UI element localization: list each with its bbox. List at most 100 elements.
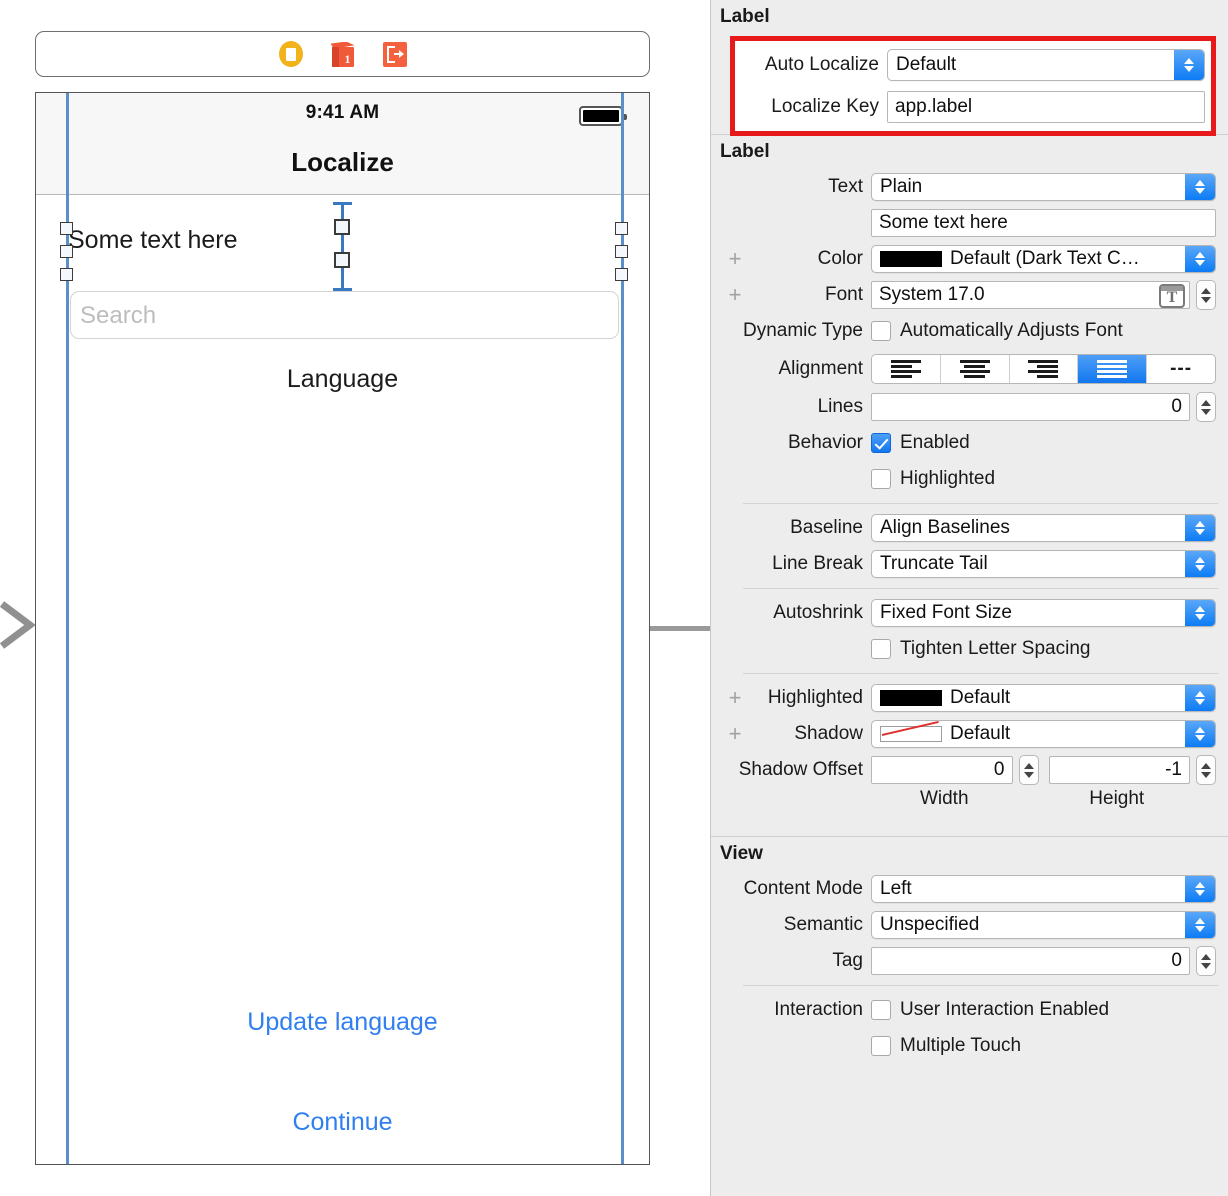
shadow-color-select[interactable]: Default [871,720,1216,748]
localize-key-input[interactable]: app.label [887,91,1205,123]
behavior-label: Behavior [788,432,863,453]
align-left-button[interactable] [872,355,941,383]
attributes-inspector-panel[interactable]: Label Label Text Plain Some text here + … [710,0,1228,1196]
search-bar[interactable]: Search [70,291,619,339]
status-bar-time: 9:41 AM [305,102,380,123]
multiple-touch-checkbox[interactable] [871,1036,891,1056]
semantic-label: Semantic [783,914,863,935]
chevron-updown-icon[interactable] [1185,551,1215,577]
add-variation-icon[interactable]: + [727,248,743,270]
label-text-input[interactable]: Some text here [871,209,1216,237]
color-swatch[interactable] [880,251,942,267]
font-size-stepper[interactable] [1196,280,1216,310]
row-auto-localize: Auto Localize Default [735,41,1211,85]
selection-handle[interactable] [615,245,628,258]
row-shadow-offset: Shadow Offset 0 -1 [711,752,1228,788]
chevron-updown-icon[interactable] [1185,876,1215,902]
selection-handle[interactable] [60,222,73,235]
text-type-select[interactable]: Plain [871,173,1216,201]
font-field[interactable]: System 17.0 T [871,281,1190,309]
language-label[interactable]: Language [36,365,649,394]
content-mode-label: Content Mode [743,878,863,899]
tag-input[interactable]: 0 [871,947,1190,975]
first-responder-icon[interactable] [330,41,355,67]
continue-button[interactable]: Continue [36,1108,649,1137]
scene-dock[interactable] [35,31,650,77]
row-line-break: Line Break Truncate Tail [711,546,1228,582]
shadow-offset-height-input[interactable]: -1 [1048,756,1190,784]
chevron-updown-icon[interactable] [1185,685,1215,711]
chevron-updown-icon[interactable] [1185,246,1215,272]
row-shadow: + Shadow Default [711,716,1228,752]
chevron-updown-icon[interactable] [1185,721,1215,747]
line-break-select[interactable]: Truncate Tail [871,550,1216,578]
autoshrink-select[interactable]: Fixed Font Size [871,599,1216,627]
shadow-offset-width-stepper[interactable] [1018,755,1039,785]
selected-label[interactable]: Some text here [68,226,238,255]
storyboard-canvas[interactable]: 9:41 AM Localize Some text here Search L… [0,0,710,1196]
constraint-tip [333,288,352,291]
autoshrink-label: Autoshrink [773,602,863,623]
align-right-button[interactable] [1009,355,1079,383]
auto-adjusts-font-label: Automatically Adjusts Font [900,320,1123,341]
auto-localize-select[interactable]: Default [887,49,1205,81]
constraint-handle[interactable] [334,252,350,268]
selection-handle[interactable] [60,268,73,281]
add-variation-icon[interactable]: + [727,284,743,306]
alignment-segmented-control[interactable]: --- [871,354,1216,384]
enabled-checkbox[interactable] [871,433,891,453]
constraint-handle[interactable] [334,219,350,235]
view-controller-scene[interactable]: 9:41 AM Localize Some text here Search L… [35,92,650,1165]
row-font: + Font System 17.0 T [711,277,1228,313]
lines-input[interactable]: 0 [871,393,1190,421]
shadow-offset-height-stepper[interactable] [1196,755,1216,785]
update-language-button[interactable]: Update language [36,1008,649,1037]
baseline-select[interactable]: Align Baselines [871,514,1216,542]
font-panel-icon[interactable]: T [1159,284,1185,308]
chevron-updown-icon[interactable] [1185,912,1215,938]
tighten-letter-spacing-checkbox[interactable] [871,639,891,659]
section-header-view: View [711,837,1228,871]
divider [743,985,1218,986]
user-interaction-enabled-checkbox[interactable] [871,1000,891,1020]
highlighted-color-select[interactable]: Default [871,684,1216,712]
highlighted-color-value: Default [950,687,1011,708]
shadow-width-caption: Width [919,788,969,809]
chevron-updown-icon[interactable] [1174,50,1204,80]
shadow-offset-width-input[interactable]: 0 [871,756,1013,784]
lines-stepper[interactable] [1196,392,1216,422]
auto-adjusts-font-checkbox[interactable] [871,321,891,341]
row-alignment: Alignment --- [711,349,1228,389]
tag-stepper[interactable] [1196,946,1216,976]
row-tag: Tag 0 [711,943,1228,979]
add-variation-icon[interactable]: + [727,723,743,745]
inspector-connector-line [650,626,710,631]
chevron-updown-icon[interactable] [1185,600,1215,626]
auto-localize-label: Auto Localize [764,54,879,75]
selection-handle[interactable] [615,268,628,281]
align-natural-button[interactable]: --- [1147,355,1215,383]
highlighted-color-swatch[interactable] [880,690,942,706]
align-center-button[interactable] [940,355,1010,383]
content-mode-select[interactable]: Left [871,875,1216,903]
row-interaction: Interaction User Interaction Enabled [711,992,1228,1028]
shadow-color-swatch[interactable] [880,726,942,742]
align-justified-button[interactable] [1078,355,1148,383]
row-baseline: Baseline Align Baselines [711,510,1228,546]
interaction-label: Interaction [774,999,863,1020]
highlighted-checkbox[interactable] [871,469,891,489]
tag-label: Tag [832,950,863,971]
autoshrink-value: Fixed Font Size [880,602,1012,623]
exit-icon[interactable] [382,41,407,67]
tighten-letter-spacing-label: Tighten Letter Spacing [900,638,1091,659]
selection-handle[interactable] [60,245,73,258]
color-select[interactable]: Default (Dark Text C… [871,245,1216,273]
shadow-height-caption: Height [1089,788,1145,809]
selection-handle[interactable] [615,222,628,235]
view-controller-icon[interactable] [278,41,303,67]
add-variation-icon[interactable]: + [727,687,743,709]
semantic-select[interactable]: Unspecified [871,911,1216,939]
font-value: System 17.0 [879,284,985,305]
chevron-updown-icon[interactable] [1185,174,1215,200]
chevron-updown-icon[interactable] [1185,515,1215,541]
